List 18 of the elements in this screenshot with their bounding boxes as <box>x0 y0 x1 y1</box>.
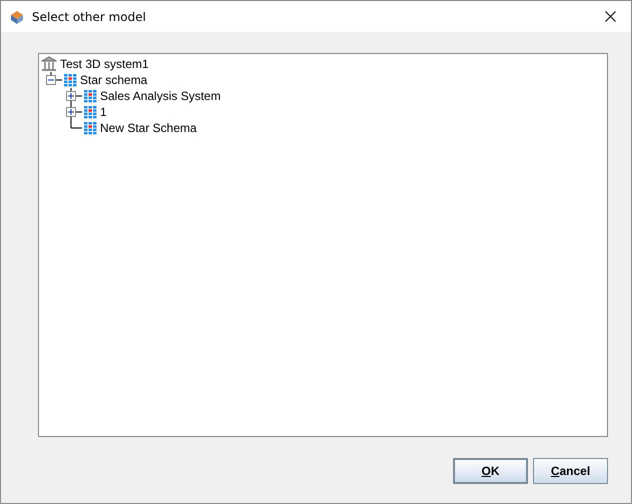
app-icon <box>9 8 25 24</box>
expand-toggle[interactable] <box>66 91 76 101</box>
grid-icon <box>83 105 97 119</box>
tree-item[interactable]: New Star Schema <box>100 121 197 135</box>
tree-item[interactable]: Sales Analysis System <box>100 89 221 103</box>
grid-icon <box>63 73 77 87</box>
expand-toggle[interactable] <box>66 107 76 117</box>
tree-item[interactable]: 1 <box>100 105 107 119</box>
bank-icon <box>41 56 57 72</box>
tree-item[interactable]: Star schema <box>80 73 148 87</box>
tree-item[interactable]: Test 3D system1 <box>60 57 149 71</box>
ok-button[interactable]: OK <box>453 458 528 484</box>
window-title: Select other model <box>32 10 147 24</box>
collapse-toggle[interactable] <box>46 75 56 85</box>
grid-icon <box>83 89 97 103</box>
grid-icon <box>83 121 97 135</box>
cancel-button[interactable]: Cancel <box>533 458 608 484</box>
close-icon <box>604 11 616 22</box>
